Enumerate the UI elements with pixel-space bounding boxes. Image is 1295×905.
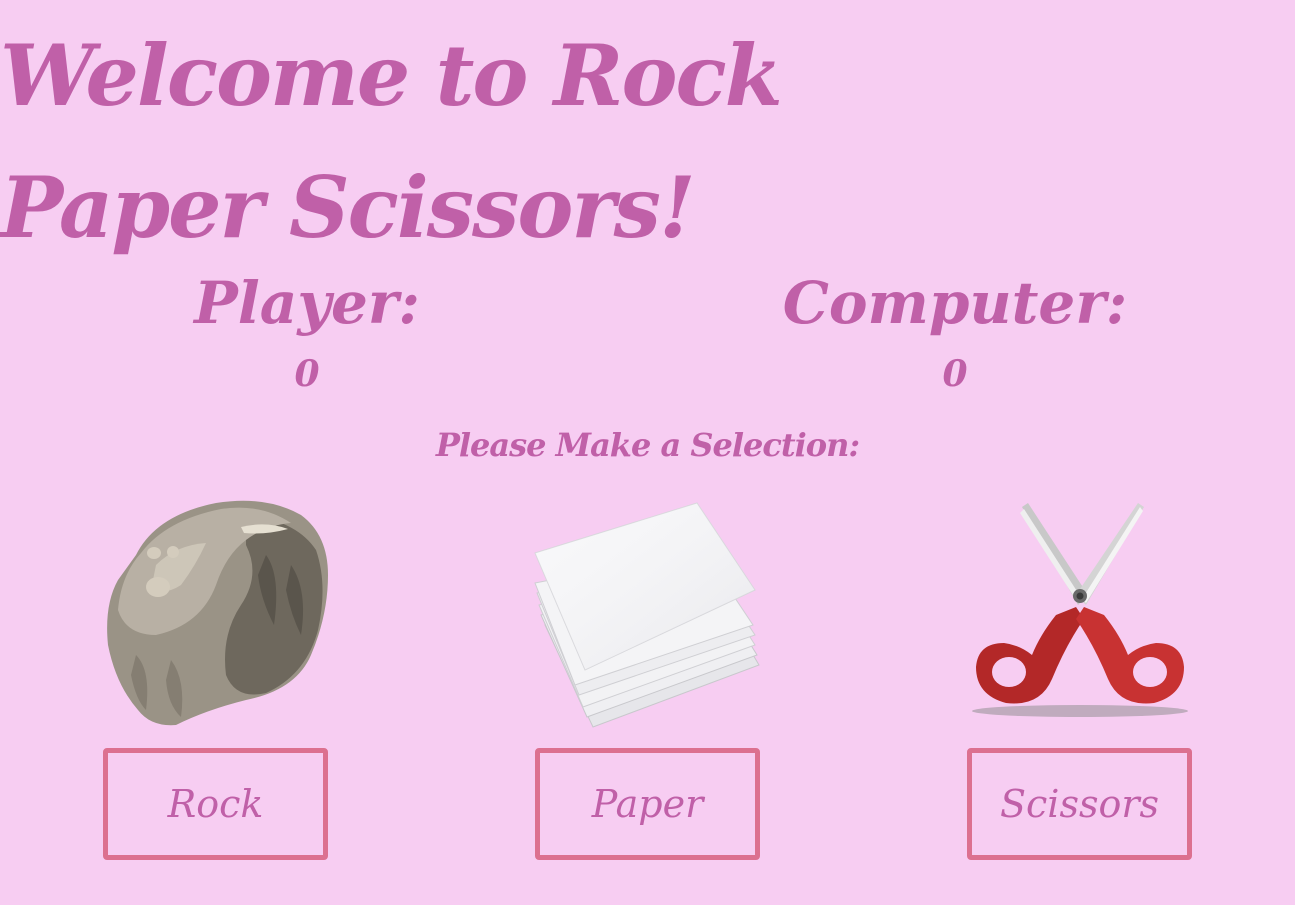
paper-button[interactable]: Paper (535, 748, 760, 860)
computer-score-value: 0 (942, 353, 968, 395)
player-score-label: Player: (194, 269, 420, 337)
paper-stack-icon[interactable] (527, 495, 767, 730)
computer-score-label: Computer: (782, 269, 1128, 337)
scissors-icon[interactable] (960, 495, 1200, 730)
scissors-button[interactable]: Scissors (967, 748, 1192, 860)
rock-icon[interactable] (96, 495, 336, 730)
game-page: Welcome to Rock Paper Scissors! Player: … (0, 0, 1295, 905)
selection-prompt: Please Make a Selection: (435, 426, 860, 464)
rock-button[interactable]: Rock (103, 748, 328, 860)
player-score-value: 0 (294, 353, 320, 395)
page-title: Welcome to Rock Paper Scissors! (0, 26, 783, 257)
